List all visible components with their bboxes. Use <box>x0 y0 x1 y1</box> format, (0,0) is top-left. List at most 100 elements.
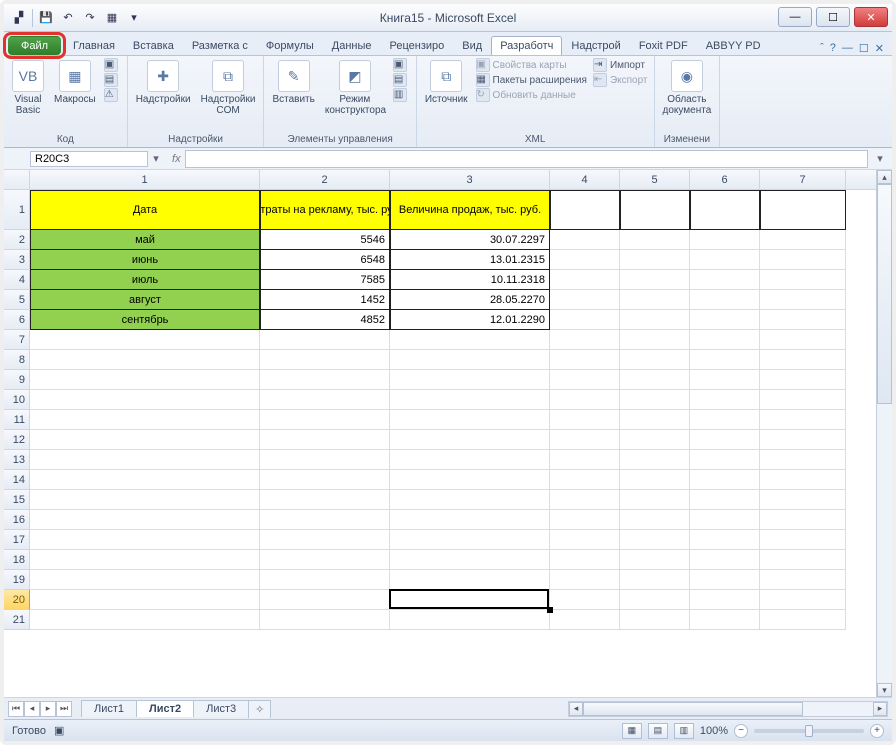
zoom-in-button[interactable]: + <box>870 724 884 738</box>
cell[interactable] <box>260 610 390 630</box>
fx-icon[interactable]: fx <box>172 153 181 165</box>
horizontal-scrollbar[interactable]: ◂ ▸ <box>568 701 888 717</box>
cell[interactable] <box>760 250 846 270</box>
row-header-16[interactable]: 16 <box>4 510 30 530</box>
qat-save-icon[interactable]: 💾 <box>37 9 55 27</box>
view-normal-button[interactable]: ▦ <box>622 723 642 739</box>
cell[interactable]: 28.05.2270 <box>390 290 550 310</box>
cell[interactable] <box>550 350 620 370</box>
sheet-tab-Лист2[interactable]: Лист2 <box>136 700 194 717</box>
ribbon-источник-button[interactable]: ⧉Источник <box>423 58 470 107</box>
row-header-2[interactable]: 2 <box>4 230 30 250</box>
vertical-scrollbar[interactable]: ▴ ▾ <box>876 170 892 697</box>
cell[interactable] <box>690 350 760 370</box>
cell[interactable] <box>690 570 760 590</box>
cell[interactable] <box>550 190 620 230</box>
cell[interactable] <box>30 390 260 410</box>
cell[interactable] <box>30 490 260 510</box>
cell[interactable] <box>760 290 846 310</box>
row-header-6[interactable]: 6 <box>4 310 30 330</box>
sheet-nav-last-icon[interactable]: ⏭ <box>56 701 72 717</box>
cell[interactable] <box>760 470 846 490</box>
cell[interactable] <box>550 490 620 510</box>
cell[interactable] <box>690 230 760 250</box>
row-header-13[interactable]: 13 <box>4 450 30 470</box>
cell[interactable] <box>620 230 690 250</box>
cell[interactable] <box>260 390 390 410</box>
cell[interactable] <box>550 410 620 430</box>
cell[interactable] <box>260 430 390 450</box>
tab-разработч[interactable]: Разработч <box>491 36 562 55</box>
help-icon[interactable]: ? <box>830 42 836 55</box>
tab-формулы[interactable]: Формулы <box>257 36 323 55</box>
cell[interactable]: май <box>30 230 260 250</box>
cell[interactable] <box>390 450 550 470</box>
cell[interactable] <box>620 430 690 450</box>
column-header-5[interactable]: 5 <box>620 170 690 189</box>
cell[interactable] <box>390 470 550 490</box>
ribbon-макросы-button[interactable]: ▦Макросы <box>52 58 98 107</box>
tab-рецензиро[interactable]: Рецензиро <box>381 36 454 55</box>
ribbon-small-item[interactable]: ▣ <box>104 58 121 72</box>
column-header-7[interactable]: 7 <box>760 170 846 189</box>
cell[interactable] <box>690 270 760 290</box>
ribbon-режим-конструктора-button[interactable]: ◩Режимконструктора <box>323 58 387 118</box>
cell[interactable] <box>550 590 620 610</box>
cell[interactable] <box>760 490 846 510</box>
row-header-5[interactable]: 5 <box>4 290 30 310</box>
cell[interactable] <box>760 510 846 530</box>
cell[interactable]: август <box>30 290 260 310</box>
select-all-corner[interactable] <box>4 170 30 189</box>
row-header-8[interactable]: 8 <box>4 350 30 370</box>
cell[interactable] <box>690 330 760 350</box>
ribbon-small-item[interactable]: ⚠ <box>104 88 121 102</box>
ribbon-small-item[interactable]: ▥ <box>393 88 410 102</box>
cell[interactable] <box>690 190 760 230</box>
window-close-button[interactable]: ✕ <box>854 7 888 27</box>
new-sheet-button[interactable]: ✧ <box>248 700 271 718</box>
window-minimize-button[interactable]: — <box>778 7 812 27</box>
cell[interactable] <box>390 510 550 530</box>
cell[interactable] <box>260 350 390 370</box>
cell[interactable] <box>760 590 846 610</box>
cell[interactable] <box>620 250 690 270</box>
cell[interactable] <box>690 370 760 390</box>
sheet-tab-Лист1[interactable]: Лист1 <box>81 700 137 717</box>
cell[interactable] <box>760 430 846 450</box>
cell[interactable] <box>260 590 390 610</box>
ribbon-надстройки-com-button[interactable]: ⧉НадстройкиCOM <box>199 58 258 118</box>
name-box[interactable] <box>30 151 148 167</box>
cell[interactable] <box>30 570 260 590</box>
row-header-14[interactable]: 14 <box>4 470 30 490</box>
spreadsheet-grid[interactable]: 1234567 1ДатаЗатраты на рекламу, тыс. ру… <box>4 170 892 697</box>
cell[interactable] <box>760 330 846 350</box>
cell[interactable] <box>550 470 620 490</box>
column-header-4[interactable]: 4 <box>550 170 620 189</box>
cell[interactable] <box>390 610 550 630</box>
cell[interactable] <box>260 490 390 510</box>
cell[interactable] <box>620 450 690 470</box>
cell[interactable] <box>30 410 260 430</box>
sheet-nav-prev-icon[interactable]: ◂ <box>24 701 40 717</box>
cell[interactable] <box>390 430 550 450</box>
cell[interactable] <box>620 390 690 410</box>
excel-icon[interactable]: ▞ <box>10 9 28 27</box>
cell[interactable] <box>620 410 690 430</box>
cell[interactable] <box>760 550 846 570</box>
name-box-dropdown-icon[interactable]: ▾ <box>148 152 164 165</box>
scroll-down-icon[interactable]: ▾ <box>877 683 892 697</box>
ribbon-small-item[interactable]: ▣ <box>393 58 410 72</box>
cell[interactable] <box>550 550 620 570</box>
cell[interactable] <box>260 470 390 490</box>
cell[interactable] <box>690 310 760 330</box>
tab-разметка с[interactable]: Разметка с <box>183 36 257 55</box>
cell[interactable]: 30.07.2297 <box>390 230 550 250</box>
cell[interactable] <box>30 590 260 610</box>
qat-undo-icon[interactable]: ↶ <box>59 9 77 27</box>
zoom-out-button[interactable]: − <box>734 724 748 738</box>
ribbon-область-документа-button[interactable]: ◉Областьдокумента <box>661 58 714 118</box>
cell[interactable] <box>550 450 620 470</box>
cell[interactable] <box>760 410 846 430</box>
cell[interactable] <box>620 370 690 390</box>
cell[interactable] <box>620 190 690 230</box>
